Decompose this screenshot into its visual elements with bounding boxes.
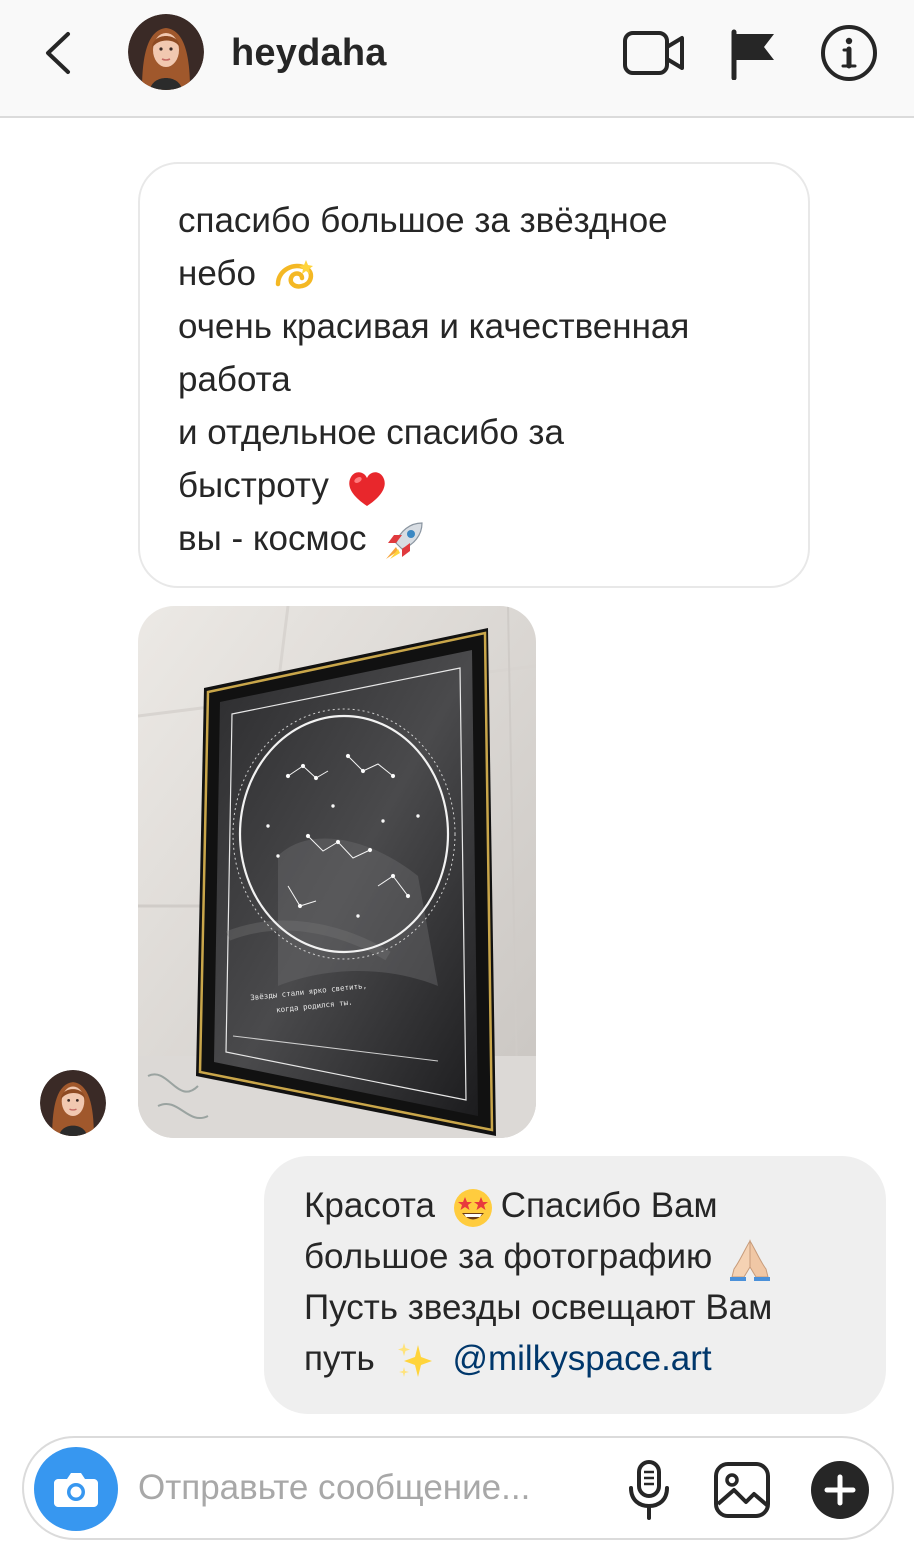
message-line: быстроту (178, 459, 770, 512)
folded-hands-emoji (730, 1239, 770, 1281)
message-composer (22, 1436, 894, 1540)
incoming-photo-message[interactable]: Звёзды стали ярко светить, когда родился… (138, 606, 536, 1138)
video-camera-icon (623, 31, 684, 75)
info-icon (821, 25, 877, 81)
message-line: Красота Спасибо Вам (304, 1180, 846, 1231)
red-heart-emoji (348, 471, 385, 506)
camera-icon (54, 1473, 98, 1507)
incoming-message-bubble[interactable]: спасибо большое за звёздное небо очень к… (138, 162, 810, 588)
username[interactable]: heydaha (231, 32, 387, 75)
mention-link[interactable]: @milkyspace.art (452, 1339, 711, 1378)
info-button[interactable] (820, 24, 878, 82)
voice-message-button[interactable] (626, 1458, 672, 1522)
more-actions-button[interactable] (810, 1460, 870, 1520)
plus-icon (811, 1461, 869, 1519)
message-input[interactable] (138, 1462, 618, 1514)
message-line: Пусть звезды освещают Вам (304, 1288, 773, 1327)
chevron-left-icon (46, 32, 70, 74)
gallery-button[interactable] (712, 1460, 772, 1520)
report-button[interactable] (728, 28, 778, 81)
avatar[interactable] (128, 14, 204, 90)
chat-header: heydaha (0, 0, 914, 118)
message-line: очень красивая и качественная (178, 307, 690, 346)
message-line: небо (178, 247, 770, 300)
camera-button[interactable] (34, 1447, 118, 1531)
message-line: и отдельное спасибо за (178, 413, 564, 452)
star-struck-emoji (453, 1188, 492, 1227)
flag-icon (731, 29, 774, 81)
dizzy-emoji (275, 259, 313, 289)
microphone-icon (629, 1460, 669, 1520)
star-map-photo: Звёзды стали ярко светить, когда родился… (138, 606, 536, 1138)
back-button[interactable] (40, 30, 80, 76)
message-line: работа (178, 360, 291, 399)
message-line: спасибо большое за звёздное (178, 201, 668, 240)
sender-avatar[interactable] (40, 1070, 106, 1136)
message-line: вы - космос (178, 512, 770, 565)
rocket-emoji (386, 522, 423, 559)
gallery-icon (714, 1462, 770, 1518)
outgoing-message-bubble[interactable]: Красота Спасибо Вам большое за фотографи… (264, 1156, 886, 1414)
video-call-button[interactable] (622, 30, 686, 76)
sparkles-emoji (398, 1342, 433, 1377)
message-line: большое за фотографию (304, 1231, 846, 1282)
message-line: путь @milkyspace.art (304, 1333, 846, 1384)
